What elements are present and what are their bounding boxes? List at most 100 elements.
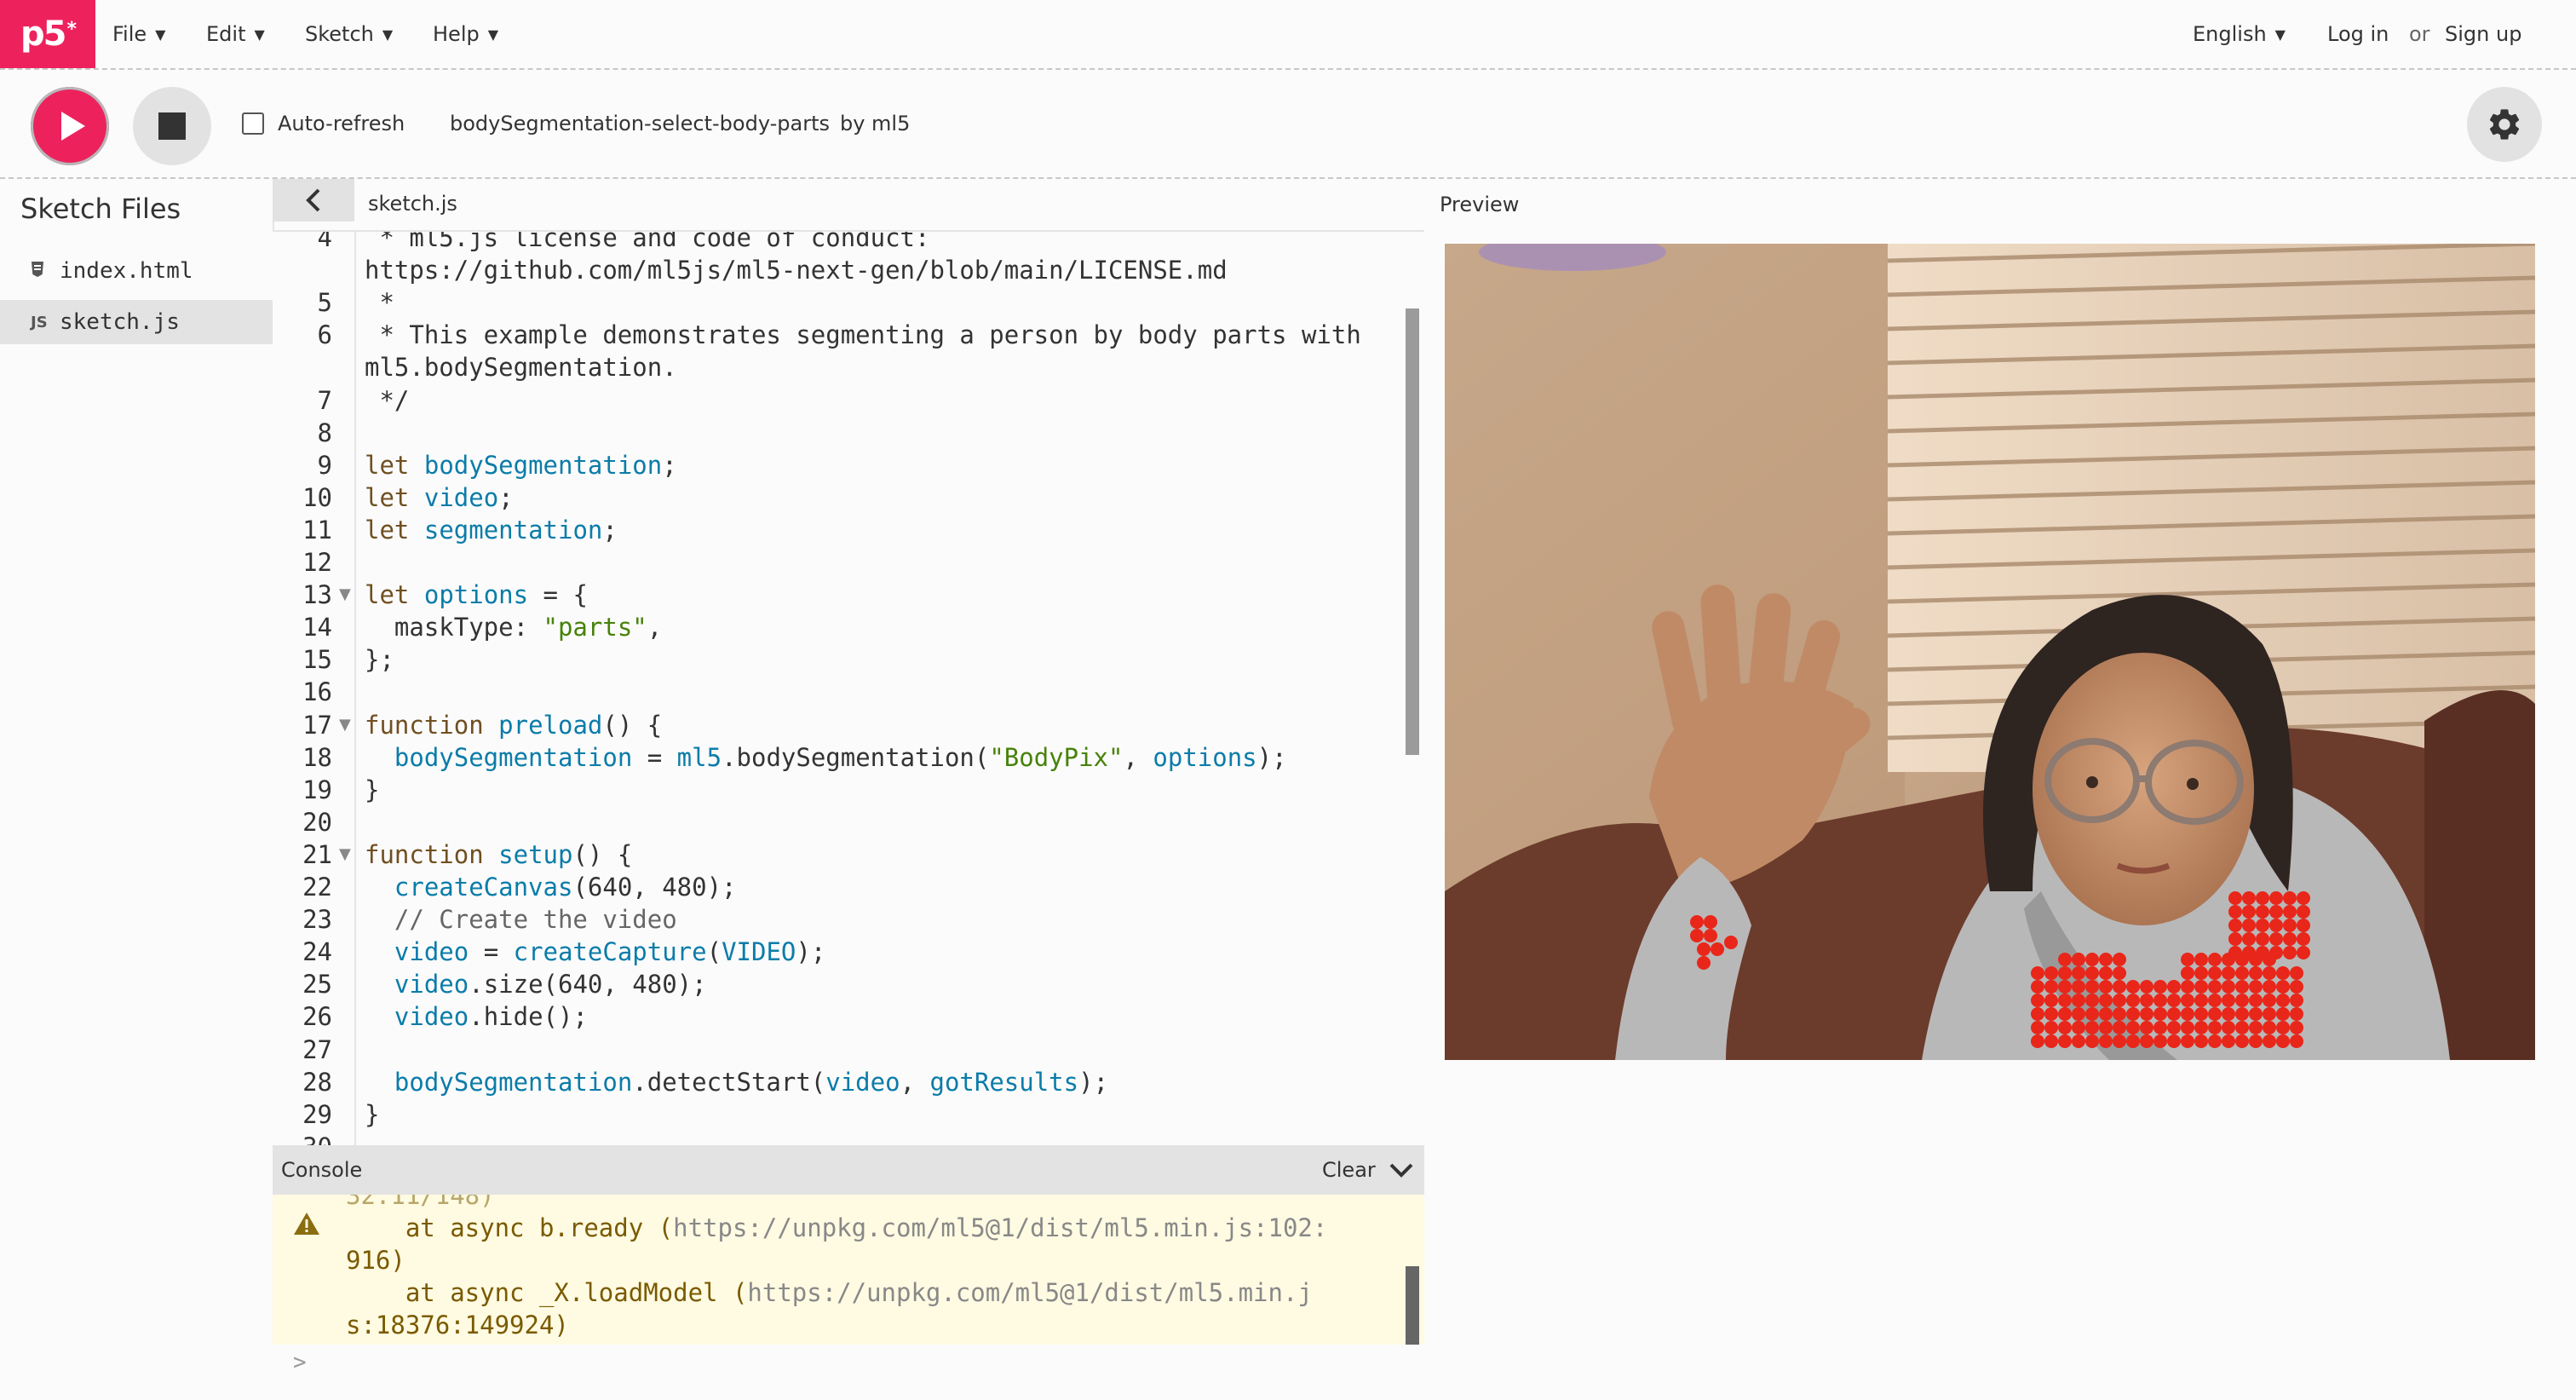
segmentation-dot [2085,1034,2099,1048]
sketch-files-sidebar: Sketch Files index.html JS sketch.js [0,179,274,1400]
language-select[interactable]: English ▼ [2193,0,2286,68]
segmentation-dot [2290,980,2303,994]
segmentation-dot [2113,1034,2126,1048]
segmentation-dot [2249,1021,2263,1034]
segmentation-dot [2297,919,2310,932]
play-icon [61,112,85,141]
segmentation-dot [2222,1021,2235,1034]
segmentation-dot [2044,994,2058,1007]
code-line: maskType: "parts", [365,613,663,642]
segmentation-dot [1697,956,1711,970]
settings-button[interactable] [2467,87,2542,162]
segmentation-dot [2085,953,2099,966]
code-line: https://github.com/ml5js/ml5-next-gen/bl… [365,256,1228,285]
segmentation-dot [2140,1007,2153,1021]
logo-asterisk: * [66,18,76,40]
segmentation-dot [2276,1007,2290,1021]
menu-edit[interactable]: Edit ▼ [206,0,265,68]
segmentation-dot [2153,1034,2167,1048]
segmentation-dot [2208,1021,2222,1034]
line-number: 8 [317,418,332,447]
segmentation-dot [2222,980,2235,994]
sketch-name[interactable]: bodySegmentation-select-body-parts [450,112,830,135]
segmentation-dot [2256,919,2269,932]
top-nav: p5 * File ▼ Edit ▼ Sketch ▼ Help ▼ English ▼ L… [0,0,2576,70]
line-number: 26 [302,1002,332,1032]
console-line: at async _X.loadModel (https://unpkg.com… [346,1278,1313,1307]
toolbar: Auto-refresh bodySegmentation-select-bod… [0,70,2576,179]
segmentation-dot [2222,1007,2235,1021]
auto-refresh-toggle[interactable]: Auto-refresh [242,70,405,177]
segmentation-dot [2297,905,2310,919]
segmentation-dot [2249,1007,2263,1021]
segmentation-dot [2256,932,2269,946]
chevron-left-icon [306,188,320,212]
line-number: 24 [302,937,332,967]
segmentation-dot [2297,946,2310,959]
segmentation-dot [2113,966,2126,980]
segmentation-dot [2072,980,2085,994]
fold-toggle-icon[interactable]: ▼ [339,838,351,871]
console-scrollbar[interactable] [1406,1266,1419,1345]
or-text: or [2409,22,2430,46]
editor-file-tab[interactable]: sketch.js [368,179,457,228]
segmentation-dot [2269,932,2283,946]
code-editor[interactable]: 4 5 6 7 8 9 10 11 12 13 ▼ 14 15 16 17 ▼ 18 19 20 21 ▼ 22 23 24 2… [273,232,1424,1145]
file-item-sketch-js[interactable]: JS sketch.js [0,300,273,344]
segmentation-dot [2235,966,2249,980]
segmentation-dot [2269,946,2283,959]
segmentation-dot [2283,919,2297,932]
segmentation-dot [2140,1034,2153,1048]
segmentation-dot [2276,980,2290,994]
segmentation-dot [2058,1007,2072,1021]
segmentation-dot [2256,891,2269,905]
segmentation-dot [2140,980,2153,994]
menu-help[interactable]: Help ▼ [433,0,498,68]
editor-scrollbar[interactable] [1406,308,1419,755]
collapse-sidebar-button[interactable] [273,179,354,222]
segmentation-dot [1711,942,1724,956]
fold-toggle-icon[interactable]: ▼ [339,579,351,611]
segmentation-dot [2228,905,2242,919]
webcam-video-frame [1445,244,2535,1060]
code-line: ml5.bodySegmentation. [365,353,677,383]
signup-link[interactable]: Sign up [2445,0,2521,68]
login-link[interactable]: Log in [2327,0,2389,68]
segmentation-dot [2167,980,2181,994]
menu-file[interactable]: File ▼ [112,0,165,68]
code-line: */ [365,385,410,415]
segmentation-dot [2242,905,2256,919]
line-number: 22 [302,873,332,902]
console-clear-button[interactable]: Clear [1322,1145,1376,1195]
segmentation-dot [2153,1021,2167,1034]
segmentation-dot [1690,929,1704,942]
menu-sketch[interactable]: Sketch ▼ [305,0,393,68]
stop-button[interactable] [133,87,211,165]
console-line: s:18376:149924) [346,1311,569,1340]
segmentation-dot [1690,915,1704,929]
auto-refresh-checkbox[interactable] [242,112,264,135]
file-item-index-html[interactable]: index.html [0,249,273,293]
code-line: // Create the video [365,905,677,935]
fold-toggle-icon[interactable]: ▼ [339,709,351,741]
segmentation-dot [2140,994,2153,1007]
segmentation-dot [2126,980,2140,994]
play-button[interactable] [31,87,109,165]
segmentation-dot [2235,980,2249,994]
preview-canvas[interactable] [1445,244,2535,1060]
console-collapse-button[interactable] [1389,1157,1414,1186]
segmentation-dot [1724,936,1738,949]
caret-down-icon: ▼ [382,26,394,43]
code-line: bodySegmentation = ml5.bodySegmentation(… [394,742,1287,772]
segmentation-dot [2208,1007,2222,1021]
segmentation-dot [2099,980,2113,994]
console-input[interactable]: > [273,1345,1424,1400]
segmentation-dot [2276,1034,2290,1048]
segmentation-dot [2126,1021,2140,1034]
segmentation-dot [2249,1034,2263,1048]
menu-file-label: File [112,22,147,46]
segmentation-dot [2235,994,2249,1007]
p5-logo[interactable]: p5 * [0,0,95,68]
console-line: 916) [346,1246,405,1275]
caret-down-icon: ▼ [487,26,499,43]
